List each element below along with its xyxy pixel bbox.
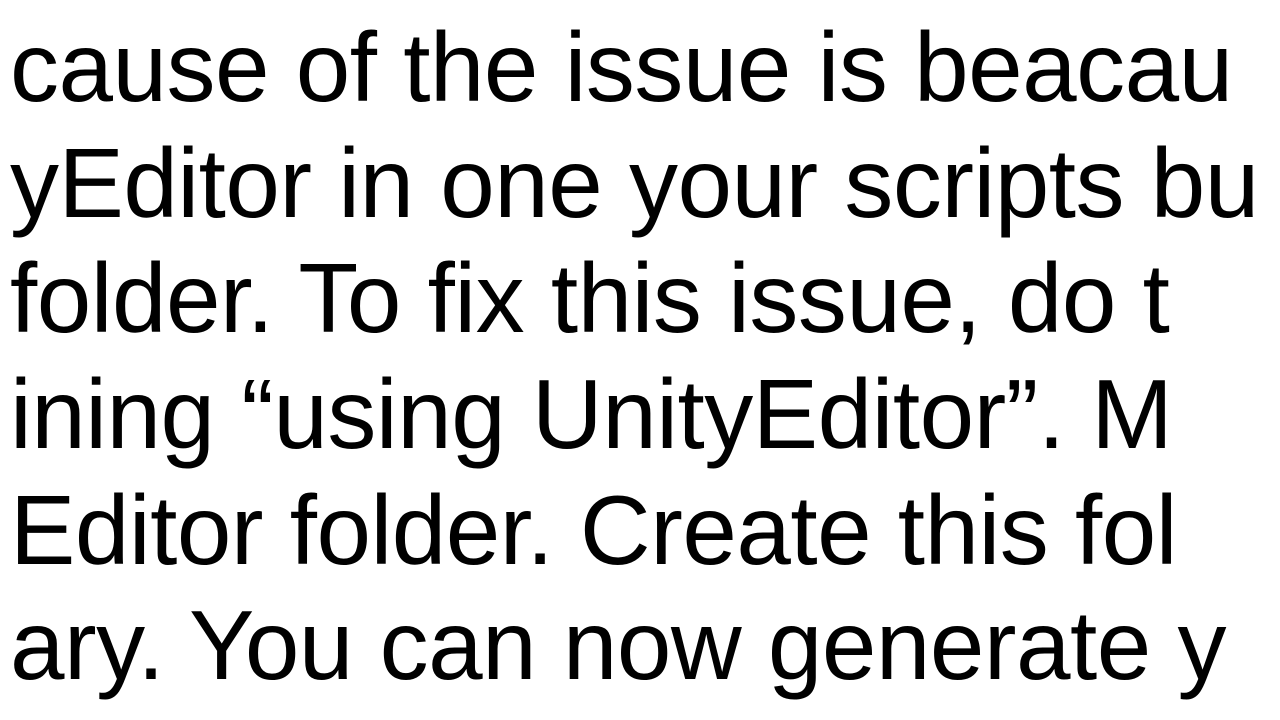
text-line-5: Editor folder. Create this fol xyxy=(10,473,1259,589)
text-line-6: ary. You can now generate y xyxy=(10,588,1259,704)
text-line-1: cause of the issue is beacau xyxy=(10,10,1259,126)
text-line-3: folder. To fix this issue, do t xyxy=(10,241,1259,357)
text-line-2: yEditor in one your scripts bu xyxy=(10,126,1259,242)
cropped-text-block: cause of the issue is beacau yEditor in … xyxy=(10,10,1259,704)
text-line-4: ining “using UnityEditor”. M xyxy=(10,357,1259,473)
